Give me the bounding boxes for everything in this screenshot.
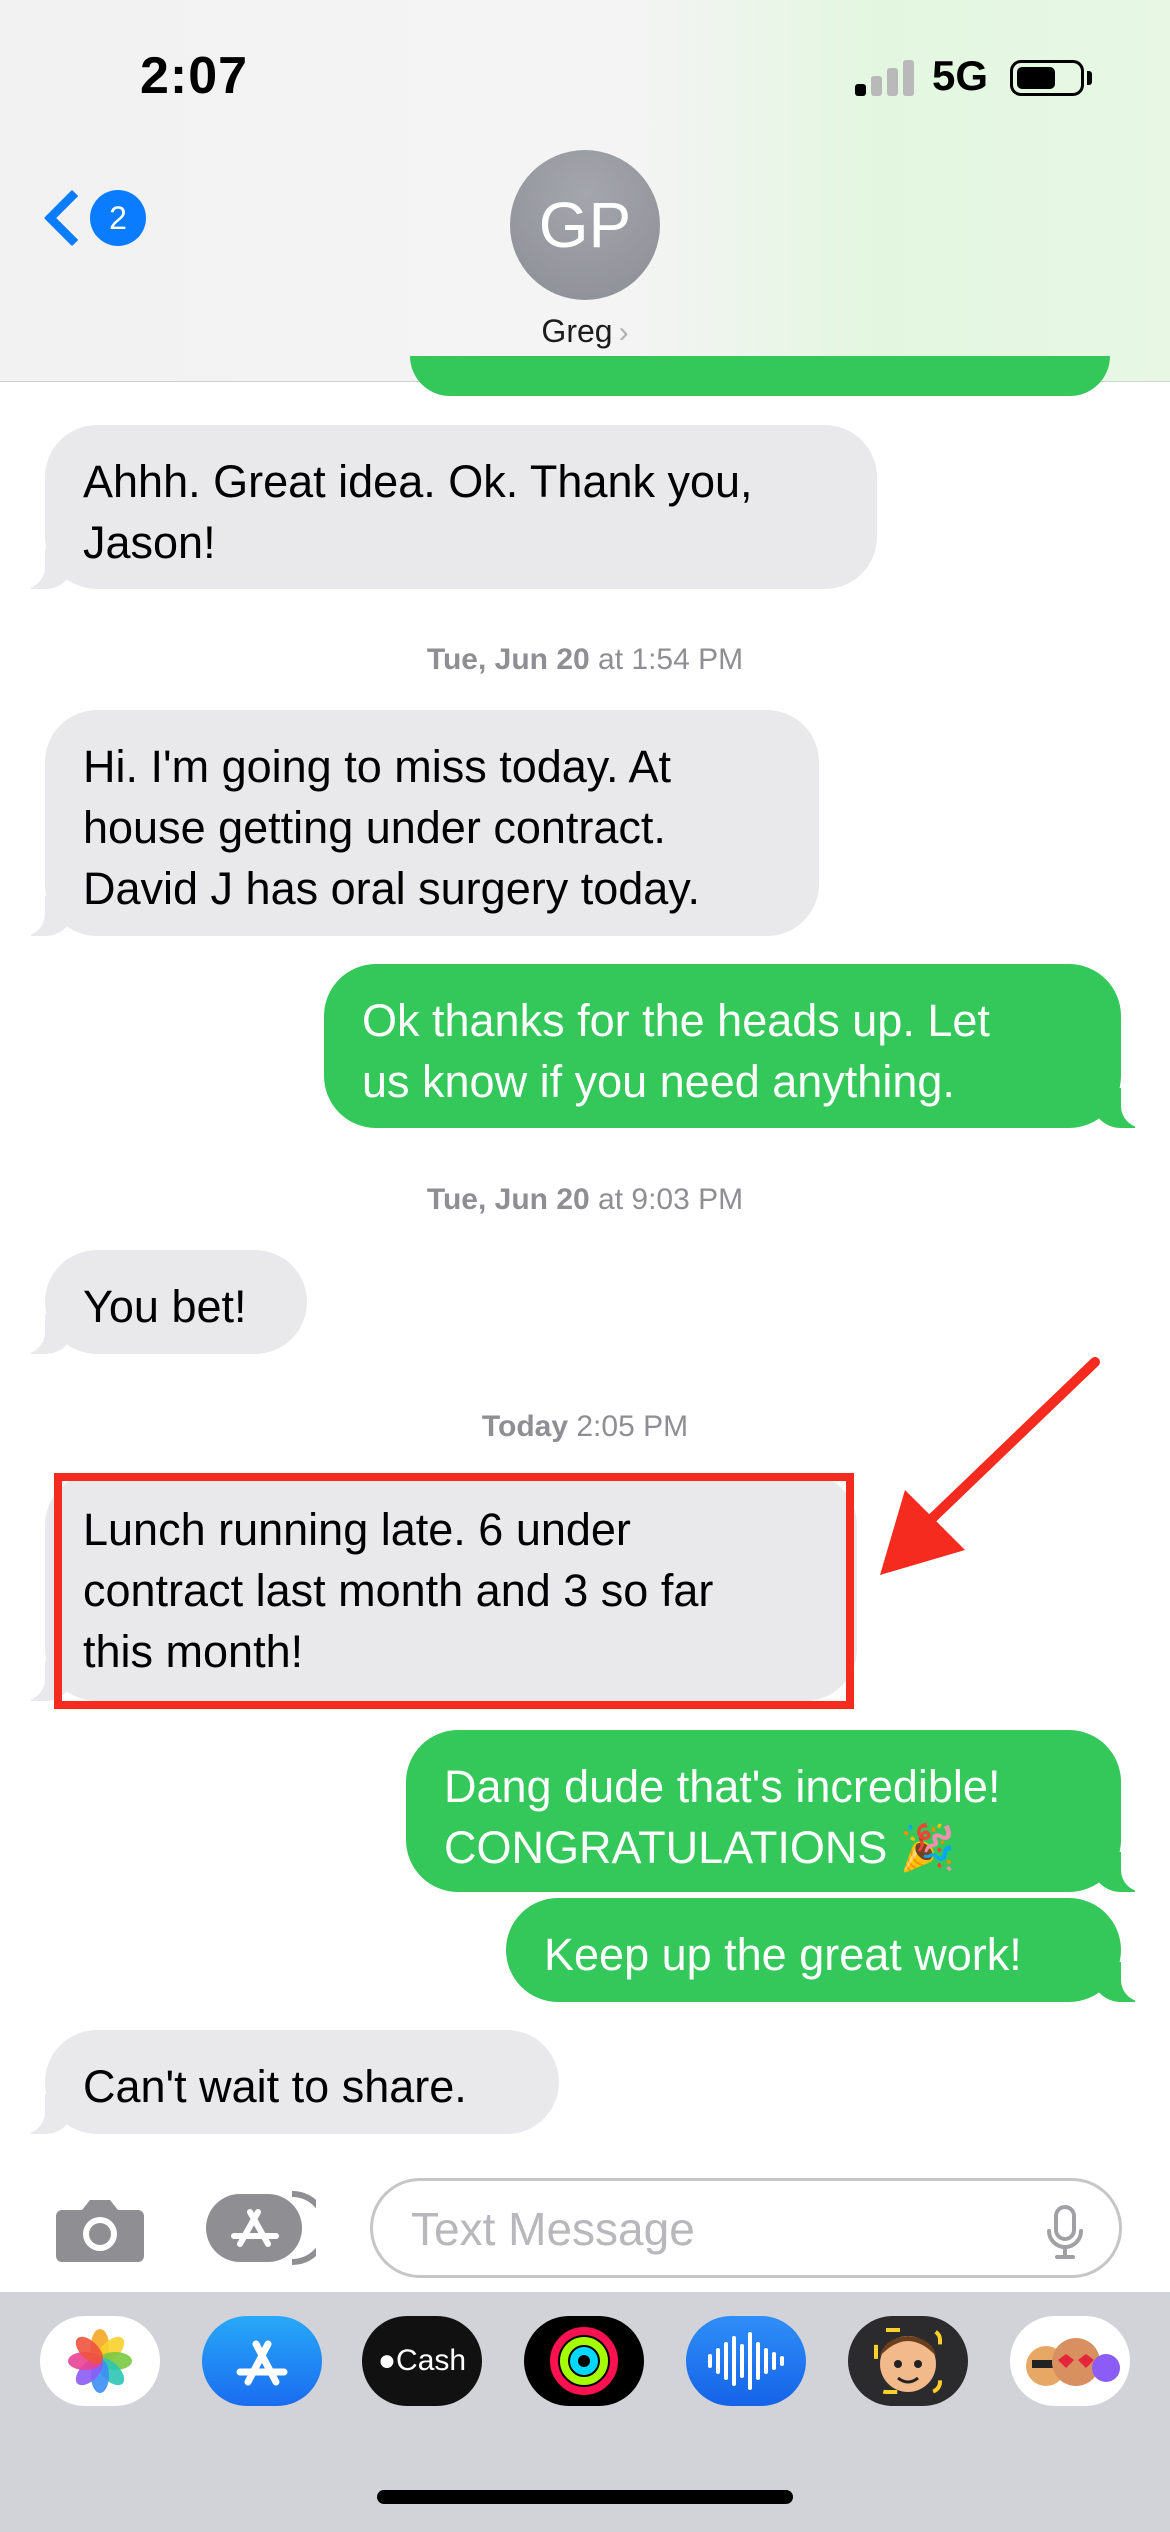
message-text: Hi. I'm going to miss today. At house ge… xyxy=(83,741,700,914)
timestamp-divider: Tue, Jun 20 at 9:03 PM xyxy=(0,1183,1170,1217)
microphone-icon[interactable] xyxy=(1045,2205,1085,2261)
unread-count-badge: 2 xyxy=(90,190,146,246)
battery-cap xyxy=(1087,71,1092,85)
timestamp-divider: Tue, Jun 20 at 1:54 PM xyxy=(0,643,1170,677)
camera-icon[interactable] xyxy=(54,2196,146,2264)
message-bubble-received[interactable]: You bet! xyxy=(15,1250,307,1354)
memoji-icon xyxy=(874,2328,942,2394)
chevron-right-icon: › xyxy=(618,316,629,349)
status-time: 2:07 xyxy=(140,47,249,105)
text-message-field[interactable] xyxy=(370,2178,1122,2278)
timestamp-day: Tue, Jun 20 xyxy=(426,643,590,676)
back-button[interactable]: 2 xyxy=(43,189,156,270)
message-text: Dang dude that's incredible! CONGRATULAT… xyxy=(444,1761,1001,1873)
timestamp-day: Today xyxy=(481,1410,569,1443)
memoji-stickers-app-button[interactable] xyxy=(1010,2316,1130,2406)
message-composer xyxy=(0,2160,1170,2290)
memoji-app-button[interactable] xyxy=(848,2316,968,2406)
memoji-stickers-icon xyxy=(1026,2338,1120,2386)
message-bubble-received[interactable]: Ahhh. Great idea. Ok. Thank you, Jason! xyxy=(15,425,877,589)
message-text: You bet! xyxy=(83,1281,247,1332)
annotation-arrow-icon xyxy=(880,1357,1100,1575)
message-bubble-sent[interactable]: Keep up the great work! xyxy=(506,1898,1151,2002)
timestamp-time: at 1:54 PM xyxy=(589,643,744,676)
waveform-icon xyxy=(708,2332,784,2390)
message-text: Ok thanks for the heads up. Let us know … xyxy=(362,995,990,1107)
app-store-icon xyxy=(236,2340,288,2386)
apple-cash-app-button[interactable]: ●Cash xyxy=(362,2316,482,2406)
activity-rings-icon xyxy=(550,2327,618,2395)
message-text: Ahhh. Great idea. Ok. Thank you, Jason! xyxy=(83,456,753,568)
timestamp-time: at 9:03 PM xyxy=(589,1183,744,1216)
annotation-highlight-box xyxy=(54,1473,854,1709)
cellular-signal-icon xyxy=(855,60,915,96)
message-bubble-received[interactable]: Can't wait to share. xyxy=(15,2030,559,2134)
apps-icon[interactable] xyxy=(206,2190,316,2266)
conversation-header: 2:07 5G 2 GP Greg › xyxy=(0,0,1170,382)
message-bubble-received[interactable]: Hi. I'm going to miss today. At house ge… xyxy=(15,710,819,936)
home-indicator[interactable] xyxy=(377,2490,793,2504)
app-store-app-button[interactable] xyxy=(202,2316,322,2406)
contact-avatar[interactable]: GP xyxy=(510,150,660,300)
battery-icon xyxy=(1010,60,1084,96)
network-type: 5G xyxy=(932,52,989,99)
message-bubble-sent[interactable]: Ok thanks for the heads up. Let us know … xyxy=(324,964,1151,1128)
fitness-app-button[interactable] xyxy=(524,2316,644,2406)
message-text: Can't wait to share. xyxy=(83,2061,467,2112)
message-text: Keep up the great work! xyxy=(544,1929,1022,1980)
message-bubble-partial xyxy=(410,356,1110,396)
apple-logo-icon: ● xyxy=(377,2344,397,2377)
contact-name: Greg xyxy=(541,313,613,349)
message-bubble-sent[interactable]: Dang dude that's incredible! CONGRATULAT… xyxy=(406,1730,1151,1892)
audio-message-app-button[interactable] xyxy=(686,2316,806,2406)
text-message-input[interactable] xyxy=(411,2203,1011,2255)
contact-name-button[interactable]: Greg › xyxy=(0,313,1170,350)
timestamp-day: Tue, Jun 20 xyxy=(426,1183,590,1216)
photos-app-button[interactable] xyxy=(40,2316,160,2406)
timestamp-time: 2:05 PM xyxy=(568,1410,689,1443)
apple-cash-icon: ●Cash xyxy=(377,2344,467,2377)
photos-icon xyxy=(68,2329,132,2393)
